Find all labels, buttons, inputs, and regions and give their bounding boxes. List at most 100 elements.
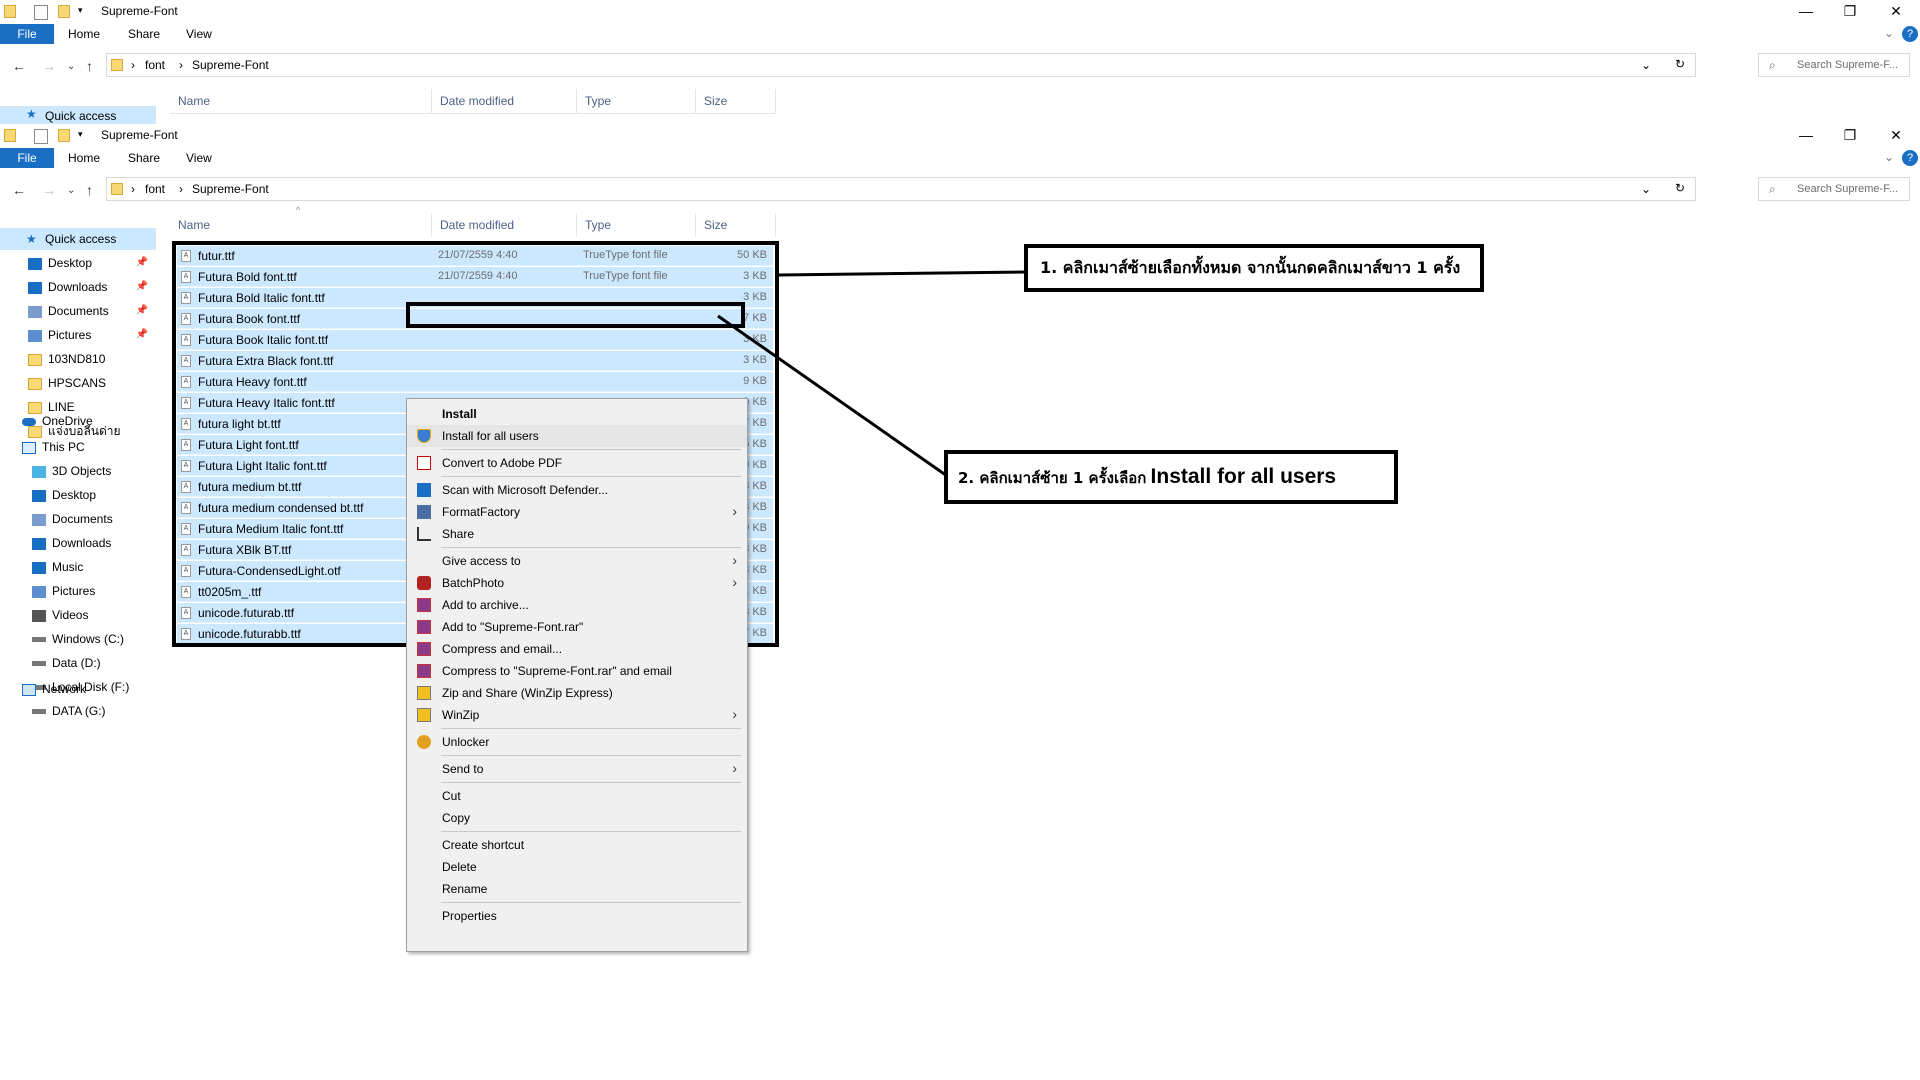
menu-item-share[interactable]: Share — [407, 523, 747, 545]
sidebar-pc-item-music[interactable]: Music — [32, 556, 83, 578]
tab-home[interactable]: Home — [68, 24, 100, 44]
sidebar-item-downloads[interactable]: Downloads 📌 — [28, 276, 156, 298]
menu-item-install[interactable]: Install — [407, 403, 747, 425]
column-date-modified[interactable]: Date modified — [432, 89, 577, 113]
pin-icon[interactable]: 📌 — [136, 252, 148, 274]
sidebar-item-hpscans[interactable]: HPSCANS — [28, 372, 156, 394]
sidebar-item-documents[interactable]: Documents 📌 — [28, 300, 156, 322]
pin-icon[interactable]: 📌 — [136, 276, 148, 298]
tab-view[interactable]: View — [186, 148, 212, 168]
forward-arrow-icon[interactable]: → — [42, 58, 56, 74]
tab-share[interactable]: Share — [128, 148, 160, 168]
help-icon[interactable]: ? — [1902, 26, 1918, 42]
menu-item-send-to[interactable]: Send to › — [407, 758, 747, 780]
up-arrow-icon[interactable]: ↑ — [86, 58, 93, 74]
sidebar-pc-item-videos[interactable]: Videos — [32, 604, 88, 626]
column-name[interactable]: Name — [170, 213, 432, 237]
menu-item-compress-and-email[interactable]: Compress and email... — [407, 638, 747, 660]
tab-share[interactable]: Share — [128, 24, 160, 44]
menu-item-formatfactory[interactable]: FormatFactory › — [407, 501, 747, 523]
tab-home[interactable]: Home — [68, 148, 100, 168]
sidebar-pc-item-pictures[interactable]: Pictures — [32, 580, 95, 602]
ribbon-expand-icon[interactable]: ⌄ — [1884, 26, 1894, 40]
up-arrow-icon[interactable]: ↑ — [86, 182, 93, 198]
column-type[interactable]: Type — [577, 213, 696, 237]
menu-item-delete[interactable]: Delete — [407, 856, 747, 878]
pin-icon[interactable]: 📌 — [136, 324, 148, 346]
properties-icon[interactable] — [34, 129, 48, 144]
menu-item-batchphoto[interactable]: BatchPhoto › — [407, 572, 747, 594]
tab-file[interactable]: File — [0, 148, 54, 168]
minimize-button[interactable]: — — [1786, 0, 1826, 24]
search-box[interactable]: ⌕ Search Supreme-F... — [1758, 177, 1910, 201]
menu-item-add-to-archive[interactable]: Add to archive... — [407, 594, 747, 616]
menu-item-winzip[interactable]: WinZip › — [407, 704, 747, 726]
recent-dropdown-icon[interactable]: ⌄ — [67, 61, 75, 72]
menu-item-install-for-all-users[interactable]: Install for all users — [407, 425, 747, 447]
column-name[interactable]: Name — [170, 89, 432, 113]
breadcrumb-font[interactable]: font — [145, 182, 165, 196]
properties-icon[interactable] — [34, 5, 48, 20]
refresh-icon[interactable]: ↻ — [1675, 181, 1685, 195]
sidebar-network[interactable]: Network — [22, 678, 86, 700]
sidebar-pc-item-desktop[interactable]: Desktop — [32, 484, 96, 506]
close-button[interactable]: ✕ — [1876, 124, 1916, 148]
tab-file[interactable]: File — [0, 24, 54, 44]
tab-view[interactable]: View — [186, 24, 212, 44]
menu-item-cut[interactable]: Cut — [407, 785, 747, 807]
ribbon-expand-icon[interactable]: ⌄ — [1884, 150, 1894, 164]
quick-toolbar-dropdown-icon[interactable]: ▾ — [78, 5, 83, 16]
menu-item-convert-to-adobe-pdf[interactable]: Convert to Adobe PDF — [407, 452, 747, 474]
sidebar-pc-item-data-g[interactable]: DATA (G:) — [32, 700, 106, 722]
menu-item-copy[interactable]: Copy — [407, 807, 747, 829]
menu-item-give-access-to[interactable]: Give access to › — [407, 550, 747, 572]
menu-item-create-shortcut[interactable]: Create shortcut — [407, 834, 747, 856]
quick-toolbar-dropdown-icon[interactable]: ▾ — [78, 129, 83, 140]
close-button[interactable]: ✕ — [1876, 0, 1916, 24]
address-dropdown-icon[interactable]: ⌄ — [1641, 58, 1651, 72]
menu-item-rename[interactable]: Rename — [407, 878, 747, 900]
forward-arrow-icon[interactable]: → — [42, 182, 56, 198]
new-folder-icon[interactable] — [58, 129, 70, 142]
winrar-icon — [417, 642, 431, 656]
sidebar-pc-item-downloads[interactable]: Downloads — [32, 532, 111, 554]
sidebar-pc-item-windows-c[interactable]: Windows (C:) — [32, 628, 124, 650]
sidebar-pc-item-data-d[interactable]: Data (D:) — [32, 652, 101, 674]
back-arrow-icon[interactable]: ← — [12, 182, 26, 198]
sidebar-onedrive[interactable]: OneDrive — [22, 410, 93, 432]
sidebar-item-pictures[interactable]: Pictures 📌 — [28, 324, 156, 346]
sidebar-item-desktop[interactable]: Desktop 📌 — [28, 252, 156, 274]
menu-item-scan-with-microsoft-defender[interactable]: Scan with Microsoft Defender... — [407, 479, 747, 501]
refresh-icon[interactable]: ↻ — [1675, 57, 1685, 71]
minimize-button[interactable]: — — [1786, 124, 1826, 148]
sidebar-pc-item-3d-objects[interactable]: 3D Objects — [32, 460, 111, 482]
recent-dropdown-icon[interactable]: ⌄ — [67, 185, 75, 196]
menu-item-compress-to-supreme-font-rar-and-email[interactable]: Compress to "Supreme-Font.rar" and email — [407, 660, 747, 682]
new-folder-icon[interactable] — [58, 5, 70, 18]
help-icon[interactable]: ? — [1902, 150, 1918, 166]
address-dropdown-icon[interactable]: ⌄ — [1641, 182, 1651, 196]
sidebar-quick-access[interactable]: ★ Quick access — [0, 228, 156, 250]
breadcrumb-font[interactable]: font — [145, 58, 165, 72]
search-box[interactable]: ⌕ Search Supreme-F... — [1758, 53, 1910, 77]
address-bar[interactable]: › font › Supreme-Font ⌄ ↻ — [106, 177, 1696, 201]
breadcrumb-supreme-font[interactable]: Supreme-Font — [192, 58, 269, 72]
menu-item-properties[interactable]: Properties — [407, 905, 747, 927]
menu-item-unlocker[interactable]: Unlocker — [407, 731, 747, 753]
column-type[interactable]: Type — [577, 89, 696, 113]
sidebar-item-103nd810[interactable]: 103ND810 — [28, 348, 156, 370]
sidebar-this-pc[interactable]: This PC — [22, 436, 85, 458]
address-bar[interactable]: › font › Supreme-Font ⌄ ↻ — [106, 53, 1696, 77]
sidebar-quick-access[interactable]: ★ Quick access — [0, 106, 156, 124]
back-arrow-icon[interactable]: ← — [12, 58, 26, 74]
breadcrumb-supreme-font[interactable]: Supreme-Font — [192, 182, 269, 196]
sidebar-pc-item-documents[interactable]: Documents — [32, 508, 113, 530]
maximize-button[interactable]: ❐ — [1830, 0, 1870, 24]
column-size[interactable]: Size — [696, 89, 776, 113]
maximize-button[interactable]: ❐ — [1830, 124, 1870, 148]
column-date-modified[interactable]: Date modified — [432, 213, 577, 237]
menu-item-zip-and-share-winzip-express[interactable]: Zip and Share (WinZip Express) — [407, 682, 747, 704]
column-size[interactable]: Size — [696, 213, 776, 237]
pin-icon[interactable]: 📌 — [136, 300, 148, 322]
menu-item-add-to-supreme-font-rar[interactable]: Add to "Supreme-Font.rar" — [407, 616, 747, 638]
